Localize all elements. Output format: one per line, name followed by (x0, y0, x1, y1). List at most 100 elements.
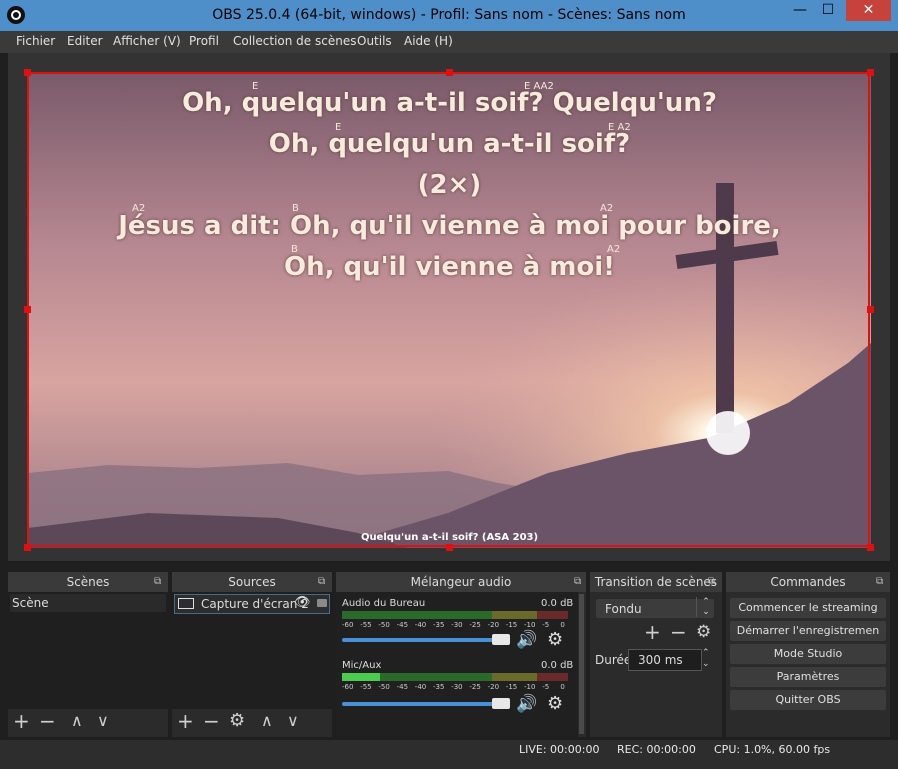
cpu-fps: CPU: 1.0%, 60.00 fps (714, 743, 831, 756)
undock-icon[interactable]: ⧉ (318, 576, 325, 587)
scale-tick-label: -5 (542, 683, 550, 691)
duration-input[interactable]: 300 ms (628, 649, 702, 671)
scale-tick-label: -40 (414, 621, 427, 629)
scale-tick-label: -30 (451, 621, 463, 629)
source-properties-gear-icon[interactable]: ⚙ (229, 709, 245, 733)
volume-slider[interactable] (342, 638, 510, 642)
close-button[interactable]: ✕ (846, 0, 891, 21)
meter-level (342, 673, 381, 681)
menu-profil[interactable]: Profil (189, 34, 219, 48)
monitor-icon (178, 598, 194, 609)
scale-tick-label: 0 (560, 621, 565, 629)
resize-handle[interactable] (867, 69, 874, 76)
volume-meter (342, 611, 568, 619)
mixer-scrollbar[interactable] (579, 594, 584, 734)
move-scene-down-button[interactable]: ∨ (97, 709, 109, 733)
start-streaming-button[interactable]: Commencer le streaming (730, 598, 886, 618)
settings-button[interactable]: Paramètres (730, 667, 886, 687)
add-source-button[interactable]: + (177, 709, 194, 733)
scale-tick-label: 0 (560, 683, 565, 691)
menu-fichier[interactable]: Fichier (16, 34, 55, 48)
transitions-dock: Transition de scènes ⧉ Fondu ⌃ ⌄ + − ⚙ Du… (590, 572, 722, 737)
resize-handle[interactable] (24, 69, 31, 76)
window-title: OBS 25.0.4 (64-bit, windows) - Profil: S… (212, 7, 686, 23)
transition-select[interactable]: Fondu ⌃ ⌄ (596, 597, 715, 618)
menu-afficher[interactable]: Afficher (V) (113, 34, 181, 48)
audio-gear-icon[interactable]: ⚙ (547, 629, 563, 650)
remove-scene-button[interactable]: − (39, 709, 56, 733)
lock-icon[interactable] (317, 599, 327, 607)
visibility-eye-icon[interactable]: 👁 (294, 594, 311, 612)
status-bar: LIVE: 00:00:00 REC: 00:00:00 CPU: 1.0%, … (0, 740, 898, 769)
speaker-icon[interactable]: 🔊 (516, 694, 537, 714)
scale-tick-label: -15 (505, 621, 518, 629)
resize-handle[interactable] (867, 306, 874, 313)
resize-handle[interactable] (24, 544, 31, 551)
scale-tick-label: -35 (433, 683, 445, 691)
select-arrows-icon: ⌃ ⌄ (696, 597, 715, 617)
audio-gear-icon[interactable]: ⚙ (547, 693, 563, 714)
live-time: LIVE: 00:00:00 (519, 743, 600, 756)
channel-name: Mic/Aux (342, 660, 382, 671)
scale-tick-label: -60 (342, 621, 354, 629)
resize-handle[interactable] (24, 306, 31, 313)
add-scene-button[interactable]: + (13, 709, 30, 733)
resize-handle[interactable] (867, 544, 874, 551)
scale-tick-label: -60 (342, 683, 354, 691)
channel-db: 0.0 dB (541, 598, 574, 609)
scene-item[interactable]: Scène (10, 594, 166, 612)
scale-tick-label: -20 (487, 683, 500, 691)
transitions-title: Transition de scènes (590, 572, 722, 592)
scale-tick-label: -30 (451, 683, 463, 691)
menu-bar: Fichier Editer Afficher (V) Profil Colle… (0, 31, 898, 53)
undock-icon[interactable]: ⧉ (574, 576, 581, 587)
source-item-label: Capture d'écran 2 (201, 597, 309, 611)
remove-transition-button[interactable]: − (670, 620, 687, 644)
meter-scale: -60 -55 -50 -45 -40 -35 -30 -25 -20 -15 -10 -5 0 (342, 683, 568, 693)
exit-button[interactable]: Quitter OBS (730, 690, 886, 710)
speaker-icon[interactable]: 🔊 (516, 630, 537, 650)
resize-handle[interactable] (446, 544, 453, 551)
menu-editer[interactable]: Editer (67, 34, 103, 48)
maximize-button[interactable]: ☐ (814, 0, 842, 21)
sources-list: Capture d'écran 2 👁 (172, 592, 332, 709)
remove-source-button[interactable]: − (203, 709, 220, 733)
duration-spin-icon[interactable]: ⌃ ⌄ (702, 648, 710, 670)
move-scene-up-button[interactable]: ∧ (71, 709, 83, 733)
meter-yellow (492, 673, 537, 681)
volume-slider[interactable] (342, 702, 510, 706)
scale-tick-label: -20 (487, 621, 500, 629)
sources-toolbar: + − ⚙ ∧ ∨ (172, 709, 332, 735)
move-source-down-button[interactable]: ∨ (287, 709, 299, 733)
menu-aide[interactable]: Aide (H) (404, 34, 453, 48)
menu-outils[interactable]: Outils (357, 34, 392, 48)
channel-name: Audio du Bureau (342, 598, 426, 609)
menu-collection-scenes[interactable]: Collection de scènes (233, 34, 356, 48)
add-transition-button[interactable]: + (644, 620, 661, 644)
studio-mode-button[interactable]: Mode Studio (730, 644, 886, 664)
meter-red (537, 611, 568, 619)
scale-tick-label: -25 (469, 621, 481, 629)
undock-icon[interactable]: ⧉ (154, 576, 161, 587)
scale-tick-label: -45 (396, 683, 409, 691)
undock-icon[interactable]: ⧉ (876, 576, 883, 587)
mixer-title: Mélangeur audio (336, 572, 586, 592)
scale-tick-label: -10 (524, 621, 536, 629)
volume-slider-handle[interactable] (492, 634, 510, 645)
resize-handle[interactable] (446, 69, 453, 76)
undock-icon[interactable]: ⧉ (708, 576, 715, 587)
start-recording-button[interactable]: Démarrer l'enregistremen (730, 621, 886, 641)
scale-tick-label: -25 (469, 683, 481, 691)
source-selection-box[interactable] (27, 72, 870, 547)
scale-tick-label: -55 (360, 621, 372, 629)
minimize-button[interactable]: — (786, 0, 814, 21)
meter-red (537, 673, 568, 681)
volume-slider-handle[interactable] (492, 698, 510, 709)
audio-mixer-dock: Mélangeur audio ⧉ Audio du Bureau 0.0 dB… (336, 572, 586, 737)
move-source-up-button[interactable]: ∧ (261, 709, 273, 733)
scenes-title: Scènes (8, 572, 168, 592)
source-item[interactable]: Capture d'écran 2 👁 (174, 594, 330, 614)
transition-select-value: Fondu (605, 602, 642, 616)
transition-gear-icon[interactable]: ⚙ (696, 620, 711, 644)
meter-green (342, 611, 492, 619)
